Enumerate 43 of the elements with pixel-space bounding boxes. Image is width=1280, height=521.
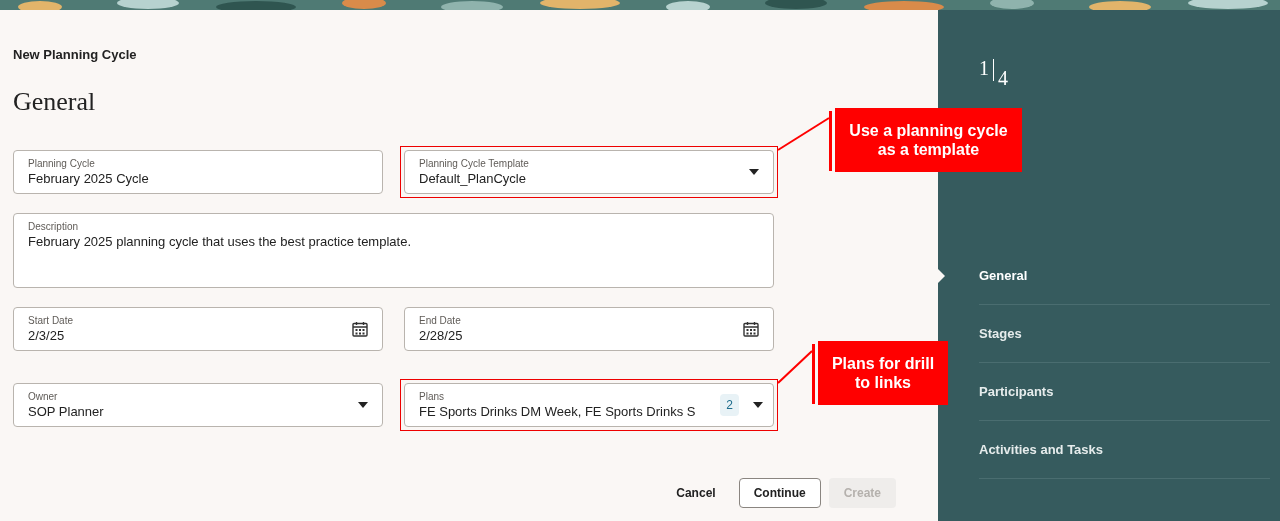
calendar-icon (352, 321, 368, 337)
field-label: Plans (419, 390, 445, 403)
caret-down-icon (753, 402, 763, 408)
callout-bar (829, 111, 832, 171)
field-value: SOP Planner (28, 403, 105, 421)
step-link[interactable]: Stages (979, 326, 1022, 342)
page-title: New Planning Cycle (13, 47, 138, 64)
calendar-icon (743, 321, 759, 337)
step-link[interactable]: Activities and Tasks (979, 442, 1104, 458)
leader-line (777, 117, 830, 151)
field-value: Default_PlanCycle (419, 170, 527, 188)
field-label: Description (28, 220, 80, 233)
date-field[interactable]: End Date 2/28/25 (404, 307, 774, 351)
leader-line (777, 350, 813, 384)
field-label: End Date (419, 314, 462, 327)
field-value: FE Sports Drinks DM Week, FE Sports Drinks S (419, 403, 697, 421)
caret-down-icon (749, 169, 759, 175)
callout-label: Plans for drill to links (818, 341, 948, 405)
field-value: February 2025 planning cycle that uses the best practice template. (28, 233, 412, 251)
callout-bar (812, 344, 815, 404)
total-steps-number: 4 (998, 67, 1008, 90)
step-link[interactable]: Participants (979, 384, 1054, 400)
field-value: 2/3/25 (28, 327, 66, 345)
field-value: February 2025 Cycle (28, 170, 150, 188)
multi-select-field[interactable]: Plans FE Sports Drinks DM Week, FE Sports Drinks S 2 (404, 383, 774, 427)
field-label: Planning Cycle Template (419, 157, 530, 170)
field-label: Planning Cycle (28, 157, 96, 170)
text-field[interactable]: Planning Cycle February 2025 Cycle (13, 150, 383, 194)
caret-down-icon (358, 402, 368, 408)
callout-label: Use a planning cycle as a template (835, 108, 1022, 172)
date-field[interactable]: Start Date 2/3/25 (13, 307, 383, 351)
dropdown-field[interactable]: Owner SOP Planner (13, 383, 383, 427)
current-step-number: 1 (979, 57, 989, 80)
field-label: Owner (28, 390, 59, 403)
dropdown-field[interactable]: Planning Cycle Template Default_PlanCycle (404, 150, 774, 194)
button[interactable]: Continue (738, 478, 821, 508)
text-button[interactable]: Cancel (661, 478, 731, 508)
step-link[interactable]: General (979, 268, 1028, 284)
field-value: 2/28/25 (419, 327, 464, 345)
section-heading: General (13, 87, 97, 117)
count-badge: 2 (720, 394, 739, 416)
field-label: Start Date (28, 314, 75, 327)
text-area[interactable]: Description February 2025 planning cycle that uses the best practice template. (13, 213, 774, 288)
